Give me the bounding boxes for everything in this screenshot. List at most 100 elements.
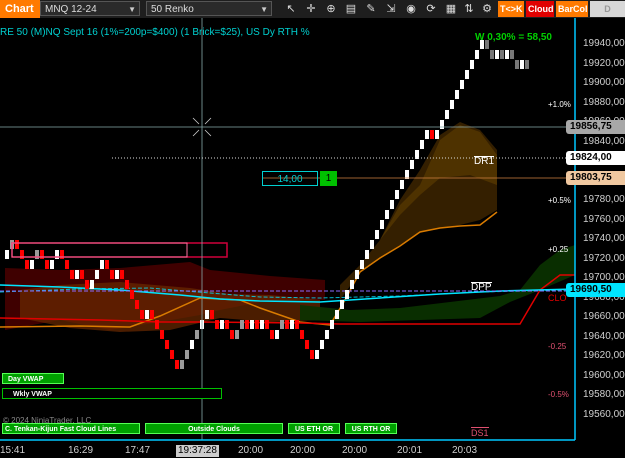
instrument-selector[interactable]: MNQ 12-24 ▼: [40, 1, 140, 16]
chart-title: RE 50 (M)NQ Sept 16 (1%=200p=$400) (1 Br…: [0, 27, 310, 38]
renko-brick: [320, 340, 324, 349]
ds1-level-label: DS1: [471, 427, 489, 438]
renko-brick: [120, 270, 124, 279]
dpp-level-label: DPP: [471, 282, 492, 293]
time-axis-label: 19:37:28: [176, 445, 219, 457]
zoom-icon[interactable]: ⊕: [324, 2, 338, 16]
price-axis-label: 19720,00: [583, 253, 625, 265]
data-box-icon[interactable]: ▦: [444, 2, 458, 16]
chart-toolbar: Chart MNQ 12-24 ▼ 50 Renko ▼ ↖ ✛ ⊕ ▤ ✎ ⇲…: [0, 0, 625, 19]
cloud-toggle-button[interactable]: Cloud: [526, 1, 554, 17]
renko-brick: [435, 130, 439, 139]
renko-brick: [65, 260, 69, 269]
pct-label: +0.25: [548, 245, 568, 255]
price-axis-label: 19620,00: [583, 350, 625, 362]
orange-level-label: 19803,75: [566, 171, 625, 185]
renko-brick: [95, 270, 99, 279]
renko-brick: [335, 310, 339, 319]
renko-brick: [255, 320, 259, 329]
renko-brick: [25, 260, 29, 269]
dr1-level-label: DR1: [474, 156, 494, 167]
renko-brick: [330, 320, 334, 329]
renko-brick: [225, 320, 229, 329]
renko-brick: [170, 350, 174, 359]
time-axis-label: 20:03: [452, 445, 477, 457]
renko-brick: [285, 320, 289, 329]
renko-brick: [185, 350, 189, 359]
renko-brick: [115, 270, 119, 279]
wkly-vwap-legend[interactable]: Wkly VWAP: [2, 388, 222, 399]
renko-brick: [425, 130, 429, 139]
crosshair-price-label: 19856,75: [566, 120, 625, 134]
renko-brick: [210, 310, 214, 319]
strategy-icon[interactable]: ⚙: [480, 2, 494, 16]
time-axis-label: 20:01: [397, 445, 422, 457]
renko-brick: [245, 320, 249, 329]
renko-brick: [30, 260, 34, 269]
price-axis-label: 19560,00: [583, 409, 625, 421]
trade-icon[interactable]: ⇅: [462, 2, 476, 16]
renko-brick: [440, 120, 444, 129]
pointer-icon[interactable]: ↖: [284, 2, 298, 16]
barcol-toggle-button[interactable]: BarCol: [556, 1, 588, 17]
camera-icon[interactable]: ◉: [404, 2, 418, 16]
renko-brick: [100, 260, 104, 269]
day-vwap-legend[interactable]: Day VWAP: [2, 373, 64, 384]
time-axis-label: 15:41: [0, 445, 25, 457]
refresh-icon[interactable]: ⟳: [424, 2, 438, 16]
renko-brick: [490, 50, 494, 59]
bar-type-selector[interactable]: 50 Renko ▼: [146, 1, 272, 16]
renko-brick: [510, 50, 514, 59]
renko-brick: [515, 60, 519, 69]
order-qty-box[interactable]: 1: [320, 171, 337, 186]
renko-brick: [260, 320, 264, 329]
renko-brick: [340, 300, 344, 309]
order-price-box[interactable]: 14,00: [262, 171, 318, 186]
renko-brick: [270, 330, 274, 339]
pct-label: -0.25: [548, 342, 566, 352]
price-axis-label: 19940,00: [583, 38, 625, 50]
renko-brick: [70, 270, 74, 279]
watch-label: W 0,30% = 58,50: [475, 32, 552, 43]
crosshair-icon[interactable]: ✛: [304, 2, 318, 16]
renko-brick: [190, 340, 194, 349]
renko-brick: [520, 60, 524, 69]
renko-brick: [430, 130, 434, 139]
price-axis-label: 19740,00: [583, 233, 625, 245]
tk-toggle-button[interactable]: T<>K: [498, 1, 524, 17]
price-axis-label: 19900,00: [583, 77, 625, 89]
properties-icon[interactable]: ▤: [344, 2, 358, 16]
price-axis-label: 19880,00: [583, 97, 625, 109]
renko-brick: [150, 310, 154, 319]
draw-icon[interactable]: ✎: [364, 2, 378, 16]
renko-brick: [455, 90, 459, 99]
chart-tab[interactable]: Chart: [0, 0, 40, 18]
renko-brick: [395, 190, 399, 199]
renko-brick: [250, 320, 254, 329]
tenkan-kijun-legend[interactable]: C. Tenkan-Kijun Fast Cloud Lines: [2, 423, 140, 434]
renko-brick: [290, 320, 294, 329]
dvwap-toggle-button[interactable]: D VWAP: [590, 1, 625, 17]
renko-brick: [315, 350, 319, 359]
outside-clouds-legend[interactable]: Outside Clouds: [145, 423, 283, 434]
renko-brick: [220, 320, 224, 329]
us-rth-or-legend[interactable]: US RTH OR: [345, 423, 397, 434]
us-eth-or-legend[interactable]: US ETH OR: [288, 423, 340, 434]
price-axis-label: 19920,00: [583, 58, 625, 70]
renko-brick: [175, 360, 179, 369]
time-axis-label: 20:00: [342, 445, 367, 457]
renko-brick: [385, 210, 389, 219]
ruler-icon[interactable]: ⇲: [384, 2, 398, 16]
renko-brick: [445, 110, 449, 119]
bar-type-value: 50 Renko: [151, 4, 194, 15]
renko-brick: [195, 330, 199, 339]
renko-brick: [160, 330, 164, 339]
renko-brick: [460, 80, 464, 89]
renko-brick: [80, 270, 84, 279]
renko-brick: [90, 280, 94, 289]
renko-brick: [390, 200, 394, 209]
renko-brick: [85, 280, 89, 289]
vwap-price-label: 19690,50: [566, 283, 625, 297]
renko-brick: [475, 50, 479, 59]
renko-brick: [130, 290, 134, 299]
